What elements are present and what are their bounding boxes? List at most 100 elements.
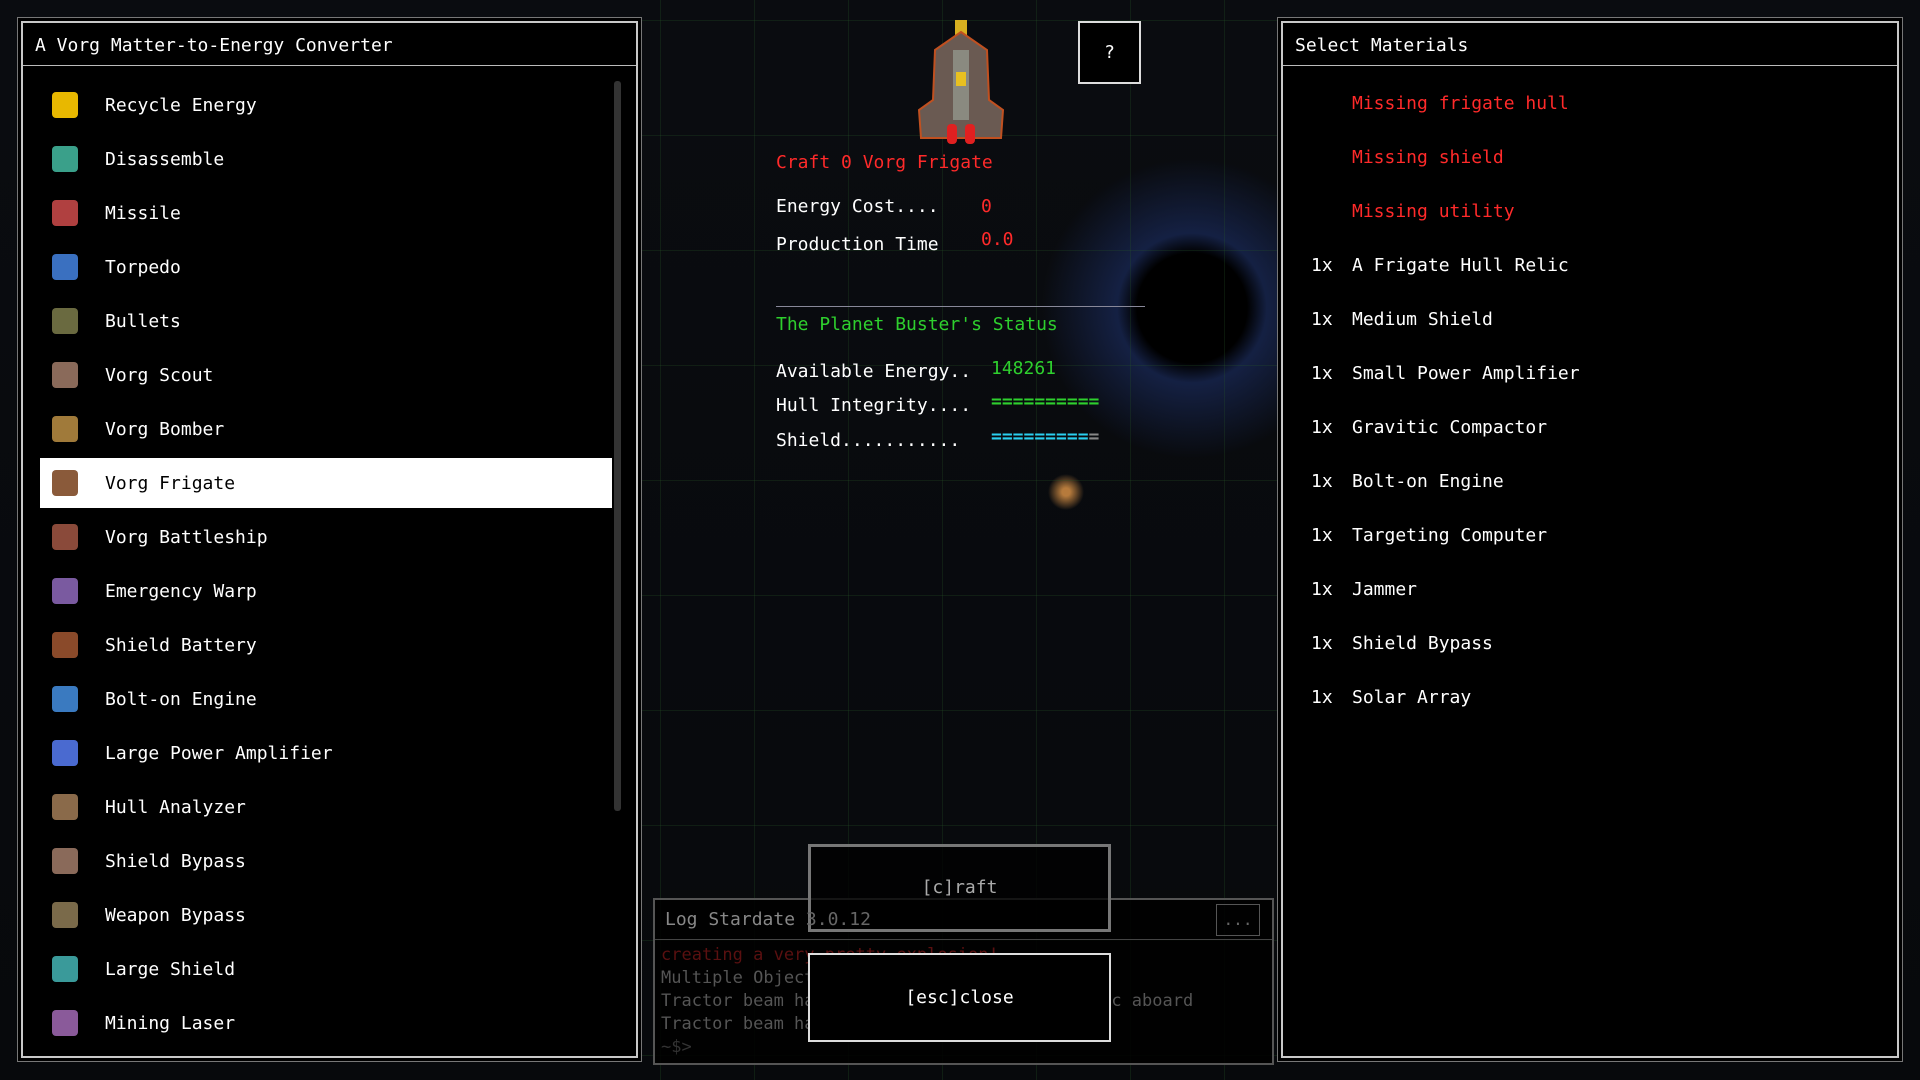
weapon-bypass-icon [52, 902, 78, 928]
production-time-value: 0.0 [981, 229, 1014, 250]
material-name: Jammer [1352, 579, 1418, 600]
divider [776, 306, 1145, 307]
energy-cost-label: Energy Cost.... [776, 196, 939, 217]
material-item[interactable]: 1x Medium Shield [1311, 309, 1881, 330]
material-name: Medium Shield [1352, 309, 1493, 330]
converter-item[interactable]: Hull Analyzer [40, 782, 612, 832]
converter-item-label: Emergency Warp [105, 581, 257, 602]
converter-item[interactable]: Large Shield [40, 944, 612, 994]
vorg-scout-icon [52, 362, 78, 388]
craft-title: Craft 0 Vorg Frigate [776, 152, 993, 173]
material-item[interactable]: 1x Shield Bypass [1311, 633, 1881, 654]
converter-item[interactable]: Disassemble [40, 134, 612, 184]
shield-bar-filled: ========= [991, 426, 1089, 447]
log-title: Log Stardate [665, 909, 796, 930]
converter-item[interactable]: Missile [40, 188, 612, 238]
converter-item-label: Vorg Bomber [105, 419, 225, 440]
material-qty: 1x [1311, 687, 1333, 708]
converter-item-label: Vorg Scout [105, 365, 214, 386]
material-item[interactable]: 1x Solar Array [1311, 687, 1881, 708]
converter-item[interactable]: Vorg Scout [40, 350, 612, 400]
material-item[interactable]: 1x Bolt-on Engine [1311, 471, 1881, 492]
bullets-icon [52, 308, 78, 334]
material-name: Solar Array [1352, 687, 1472, 708]
material-qty: 1x [1311, 633, 1333, 654]
converter-item[interactable]: Shield Bypass [40, 836, 612, 886]
converter-item-label: Torpedo [105, 257, 181, 278]
material-qty: 1x [1311, 525, 1333, 546]
energy-cost-value: 0 [981, 196, 992, 217]
log-menu-button[interactable]: ... [1216, 904, 1260, 936]
converter-item-label: Mining Laser [105, 1013, 236, 1034]
converter-item-label: Bullets [105, 311, 181, 332]
material-qty: 1x [1311, 363, 1333, 384]
list-scrollbar[interactable] [614, 81, 621, 811]
material-qty: 1x [1311, 471, 1333, 492]
material-item[interactable]: 1x Small Power Amplifier [1311, 363, 1881, 384]
converter-item[interactable]: Vorg Frigate [40, 458, 612, 508]
disassemble-icon [52, 146, 78, 172]
shield-battery-icon [52, 632, 78, 658]
materials-panel: Select Materials Missing frigate hull Mis… [1281, 21, 1899, 1058]
large-power-amplifier-icon [52, 740, 78, 766]
hull-analyzer-icon [52, 794, 78, 820]
converter-item-label: Bolt-on Engine [105, 689, 257, 710]
material-name: Targeting Computer [1352, 525, 1548, 546]
converter-item[interactable]: Torpedo [40, 242, 612, 292]
large-shield-icon [52, 956, 78, 982]
shield-label: Shield........... [776, 430, 961, 451]
log-stardate: 3.0.12 [805, 909, 871, 930]
material-name: A Frigate Hull Relic [1352, 255, 1569, 276]
material-qty: 1x [1311, 579, 1333, 600]
material-item[interactable]: 1x Jammer [1311, 579, 1881, 600]
converter-item[interactable]: Large Power Amplifier [40, 728, 612, 778]
missile-icon [52, 200, 78, 226]
available-energy-value: 148261 [991, 358, 1057, 379]
close-button[interactable]: [esc]close [808, 953, 1111, 1042]
status-title: The Planet Buster's Status [776, 314, 1058, 335]
material-item[interactable]: 1x Gravitic Compactor [1311, 417, 1881, 438]
vorg-bomber-icon [52, 416, 78, 442]
converter-item[interactable]: Weapon Bypass [40, 890, 612, 940]
converter-item-label: Vorg Battleship [105, 527, 268, 548]
hull-integrity-bar: ========== [991, 391, 1100, 412]
converter-item-label: Shield Bypass [105, 851, 246, 872]
converter-item[interactable]: Recycle Energy [40, 80, 612, 130]
converter-item-label: Weapon Bypass [105, 905, 246, 926]
help-button[interactable]: ? [1078, 21, 1141, 84]
material-name: Small Power Amplifier [1352, 363, 1580, 384]
converter-item-label: Large Shield [105, 959, 236, 980]
converter-item[interactable]: Emergency Warp [40, 566, 612, 616]
material-item[interactable]: 1x Targeting Computer [1311, 525, 1881, 546]
material-name: Bolt-on Engine [1352, 471, 1504, 492]
missing-material: Missing utility [1352, 201, 1515, 222]
material-name: Shield Bypass [1352, 633, 1493, 654]
vorg-frigate-icon [52, 470, 78, 496]
converter-item[interactable]: Vorg Battleship [40, 512, 612, 562]
converter-item[interactable]: Bolt-on Engine [40, 674, 612, 724]
material-item[interactable]: 1x A Frigate Hull Relic [1311, 255, 1881, 276]
available-energy-label: Available Energy.. [776, 361, 972, 382]
converter-item-label: Vorg Frigate [105, 473, 236, 494]
emergency-warp-icon [52, 578, 78, 604]
material-name: Gravitic Compactor [1352, 417, 1548, 438]
material-qty: 1x [1311, 255, 1333, 276]
converter-title: A Vorg Matter-to-Energy Converter [23, 23, 636, 66]
hull-integrity-label: Hull Integrity.... [776, 395, 972, 416]
missing-material: Missing frigate hull [1352, 93, 1569, 114]
materials-title: Select Materials [1283, 23, 1897, 66]
recycle-energy-icon [52, 92, 78, 118]
shield-bypass-icon [52, 848, 78, 874]
converter-item[interactable]: Vorg Bomber [40, 404, 612, 454]
torpedo-icon [52, 254, 78, 280]
converter-item-label: Hull Analyzer [105, 797, 246, 818]
converter-item[interactable]: Mining Laser [40, 998, 612, 1048]
converter-item-label: Disassemble [105, 149, 225, 170]
converter-item[interactable]: Bullets [40, 296, 612, 346]
material-qty: 1x [1311, 309, 1333, 330]
converter-item-label: Recycle Energy [105, 95, 257, 116]
converter-item[interactable]: Shield Battery [40, 620, 612, 670]
shield-bar-empty: = [1088, 426, 1100, 447]
mining-laser-icon [52, 1010, 78, 1036]
converter-item-label: Missile [105, 203, 181, 224]
